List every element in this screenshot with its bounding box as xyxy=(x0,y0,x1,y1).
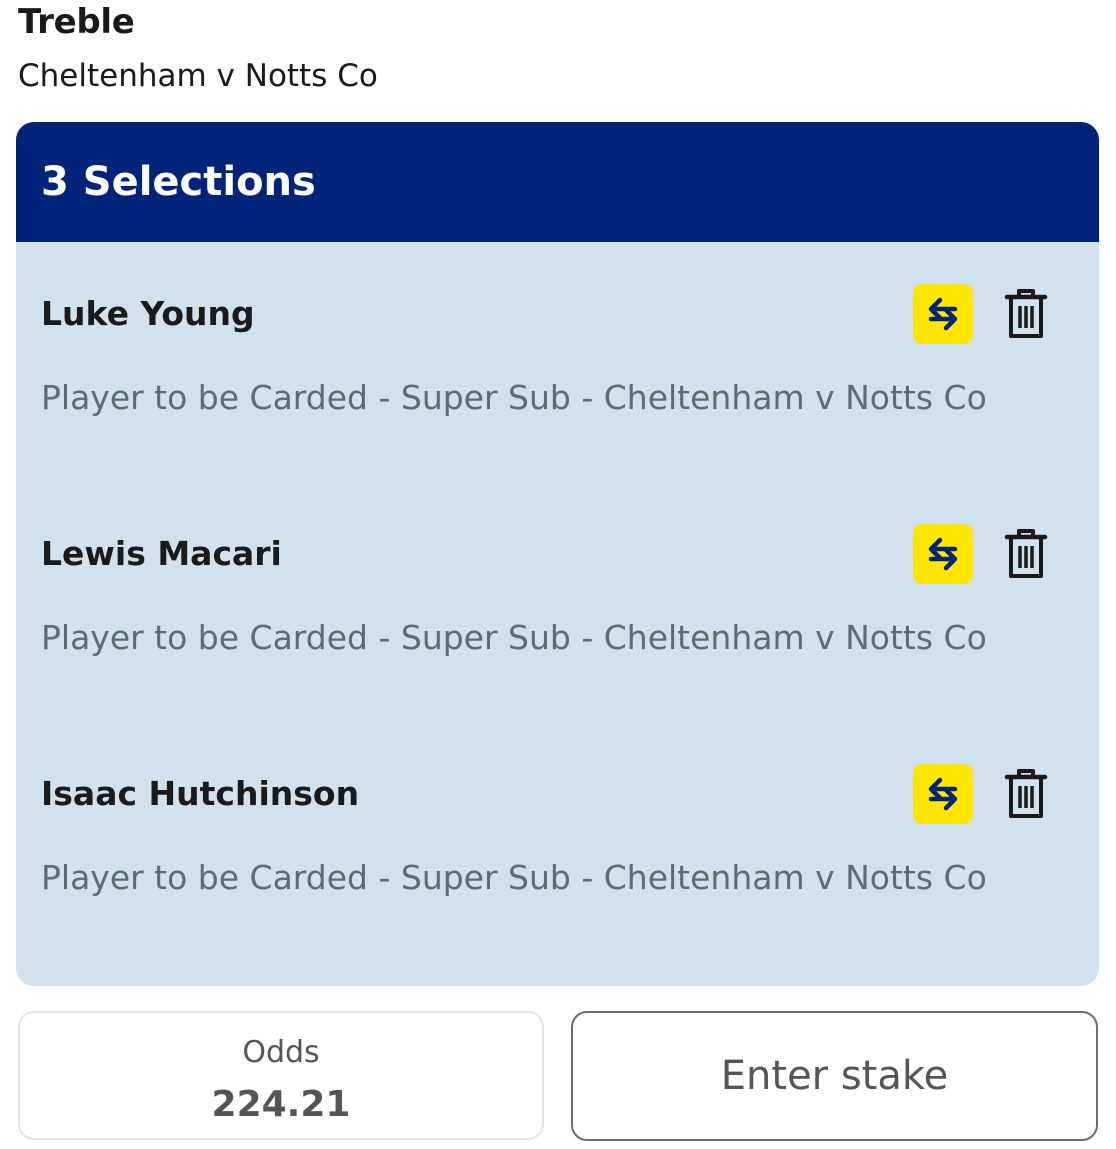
selection-item: Isaac Hutchinson Player to be Carded - S… xyxy=(16,722,1099,962)
delete-selection-button[interactable] xyxy=(998,284,1054,344)
trash-icon xyxy=(1004,529,1048,578)
selection-name: Isaac Hutchinson xyxy=(41,774,360,813)
odds-value: 224.21 xyxy=(211,1084,351,1125)
selection-name: Luke Young xyxy=(41,294,255,333)
bet-type-title: Treble xyxy=(18,2,135,42)
delete-selection-button[interactable] xyxy=(998,524,1054,584)
swap-selection-button[interactable] xyxy=(913,284,973,344)
selection-name: Lewis Macari xyxy=(41,534,282,573)
selection-item: Luke Young Player to be Carded - Super S… xyxy=(16,242,1099,482)
selections-header: 3 Selections xyxy=(16,122,1099,242)
delete-selection-button[interactable] xyxy=(998,764,1054,824)
selection-market: Player to be Carded - Super Sub - Chelte… xyxy=(41,378,987,417)
selections-card: 3 Selections Luke Young Player to be Car… xyxy=(16,122,1099,986)
swap-arrows-icon xyxy=(928,777,958,811)
selection-market: Player to be Carded - Super Sub - Chelte… xyxy=(41,858,987,897)
swap-arrows-icon xyxy=(928,297,958,331)
event-name: Cheltenham v Notts Co xyxy=(18,58,378,94)
odds-label: Odds xyxy=(242,1035,320,1070)
selection-market: Player to be Carded - Super Sub - Chelte… xyxy=(41,618,987,657)
selection-item: Lewis Macari Player to be Carded - Super… xyxy=(16,482,1099,722)
odds-display: Odds 224.21 xyxy=(18,1011,544,1140)
trash-icon xyxy=(1004,769,1048,818)
swap-selection-button[interactable] xyxy=(913,764,973,824)
stake-input[interactable] xyxy=(571,1011,1098,1141)
trash-icon xyxy=(1004,289,1048,338)
swap-selection-button[interactable] xyxy=(913,524,973,584)
swap-arrows-icon xyxy=(928,537,958,571)
